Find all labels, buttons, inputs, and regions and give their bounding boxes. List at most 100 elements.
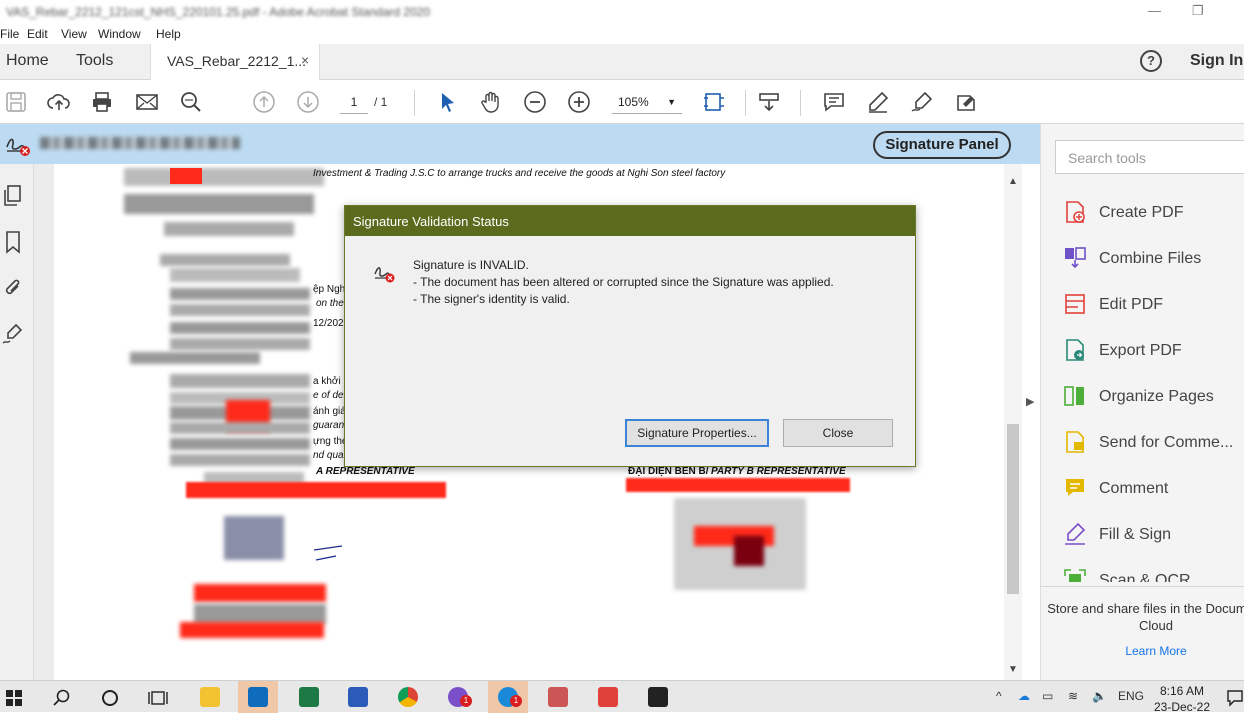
taskbar-word[interactable] (338, 681, 378, 713)
signature-properties-button[interactable]: Signature Properties... (625, 419, 769, 447)
redact-icon[interactable] (954, 90, 978, 114)
zoom-out-icon[interactable] (523, 90, 547, 114)
tool-comment[interactable]: Comment (1063, 476, 1244, 504)
tab-tools[interactable]: Tools (76, 52, 113, 70)
clock-date: 23-Dec-22 (1154, 700, 1211, 714)
notification-badge: 1 (510, 695, 522, 707)
collapse-panel-icon[interactable]: ▶ (1026, 395, 1034, 408)
scroll-mode-icon[interactable] (757, 90, 781, 114)
menu-file[interactable]: File (0, 27, 19, 41)
previous-page-icon[interactable] (252, 90, 276, 114)
windows-start-icon[interactable] (6, 690, 22, 706)
redacted-text (164, 222, 294, 236)
taskbar-viber[interactable]: 1 (438, 681, 478, 713)
tab-bar: Home Tools VAS_Rebar_2212_1... × ? Sign … (0, 44, 1244, 80)
highlight-pen-icon[interactable] (866, 90, 890, 114)
send-for-comment-icon (1066, 431, 1084, 453)
notifications-icon[interactable] (1226, 689, 1244, 707)
taskbar-chrome[interactable] (388, 681, 428, 713)
battery-icon[interactable]: ▭ (1042, 689, 1053, 703)
document-text-fragment: guaran (313, 420, 345, 431)
redacted-text (160, 254, 290, 266)
vertical-scrollbar[interactable]: ▲ ▼ (1004, 164, 1022, 680)
tool-export-pdf[interactable]: Export PDF (1063, 338, 1244, 366)
search-icon[interactable] (179, 90, 203, 114)
language-indicator[interactable]: ENG (1118, 689, 1144, 703)
restore-button[interactable]: ❐ (1192, 3, 1204, 19)
task-view-icon[interactable] (148, 689, 168, 707)
comment-icon[interactable] (822, 90, 846, 114)
signatures-pane-icon[interactable] (2, 322, 24, 346)
page-thumbnails-icon[interactable] (2, 184, 24, 208)
onedrive-icon[interactable]: ☁ (1018, 689, 1030, 703)
taskbar-excel[interactable] (289, 681, 329, 713)
tool-label: Scan & OCR (1099, 572, 1191, 582)
taskbar-zalo[interactable]: 1 (488, 681, 528, 713)
next-page-icon[interactable] (296, 90, 320, 114)
tool-edit-pdf[interactable]: Edit PDF (1063, 292, 1244, 320)
print-icon[interactable] (90, 90, 114, 114)
taskbar-network-app[interactable] (538, 681, 578, 713)
page-number-input[interactable]: 1 (340, 92, 368, 114)
fill-sign-icon (1065, 522, 1086, 545)
sign-pen-icon[interactable] (910, 90, 934, 114)
comment-icon (1066, 479, 1084, 496)
cortana-icon[interactable] (101, 689, 119, 707)
search-tools-input[interactable]: Search tools (1055, 140, 1244, 174)
tool-fill-sign[interactable]: Fill & Sign (1063, 522, 1244, 550)
close-tab-icon[interactable]: × (301, 52, 309, 68)
close-button[interactable]: Close (783, 419, 893, 447)
clock[interactable]: 8:16 AM 23-Dec-22 (1154, 683, 1210, 715)
tool-scan-ocr[interactable]: Scan & OCR (1063, 568, 1244, 582)
redacted-text (170, 374, 310, 388)
tool-send-for-comment[interactable]: Send for Comme... (1063, 430, 1244, 458)
save-icon[interactable] (4, 90, 28, 114)
dialog-title: Signature Validation Status (345, 206, 915, 236)
menu-edit[interactable]: Edit (27, 27, 48, 41)
scroll-up-icon[interactable]: ▲ (1008, 176, 1018, 187)
organize-pages-icon (1064, 386, 1084, 406)
zoom-in-icon[interactable] (567, 90, 591, 114)
party-a-label: A REPRESENTATIVE (316, 466, 415, 477)
minimize-button[interactable]: — (1148, 3, 1161, 18)
select-cursor-icon[interactable] (436, 90, 460, 114)
signature-panel-button[interactable]: Signature Panel (873, 131, 1011, 159)
red-redaction (626, 478, 850, 492)
redacted-text (170, 338, 310, 350)
taskbar-outlook[interactable] (238, 681, 278, 713)
tab-document[interactable]: VAS_Rebar_2212_1... × (150, 44, 320, 80)
sign-in-button[interactable]: Sign In (1190, 52, 1243, 70)
hand-tool-icon[interactable] (479, 90, 503, 114)
search-icon[interactable] (53, 689, 71, 707)
redacted-text (194, 604, 326, 624)
tab-home[interactable]: Home (6, 52, 49, 70)
scroll-down-icon[interactable]: ▼ (1008, 664, 1018, 675)
red-redaction (186, 482, 446, 498)
chevron-up-icon[interactable]: ^ (996, 689, 1002, 703)
upload-cloud-icon[interactable] (47, 90, 71, 114)
scrollbar-thumb[interactable] (1007, 424, 1019, 594)
menu-view[interactable]: View (61, 27, 87, 41)
tool-create-pdf[interactable]: Create PDF (1063, 200, 1244, 228)
page-fit-icon[interactable] (702, 90, 726, 114)
menu-window[interactable]: Window (98, 27, 141, 41)
menu-help[interactable]: Help (156, 27, 181, 41)
taskbar-file-explorer[interactable] (190, 681, 230, 713)
help-icon[interactable]: ? (1140, 50, 1162, 72)
taskbar-foxit[interactable] (588, 681, 628, 713)
bookmark-icon[interactable] (2, 230, 24, 254)
export-pdf-icon (1066, 339, 1084, 361)
outlook-icon (248, 687, 268, 707)
zoom-select[interactable]: 105% ▼ (612, 92, 682, 114)
taskbar-acrobat[interactable] (638, 681, 678, 713)
email-icon[interactable] (135, 90, 159, 114)
tool-combine-files[interactable]: Combine Files (1063, 246, 1244, 274)
tool-organize-pages[interactable]: Organize Pages (1063, 384, 1244, 412)
toolbar-divider (745, 90, 746, 116)
volume-icon[interactable]: 🔈 (1092, 689, 1107, 703)
attachment-icon[interactable] (2, 276, 24, 300)
learn-more-link[interactable]: Learn More (1041, 644, 1244, 658)
tool-label: Send for Comme... (1099, 434, 1234, 451)
word-icon (348, 687, 368, 707)
wifi-icon[interactable]: ≋ (1068, 689, 1078, 703)
